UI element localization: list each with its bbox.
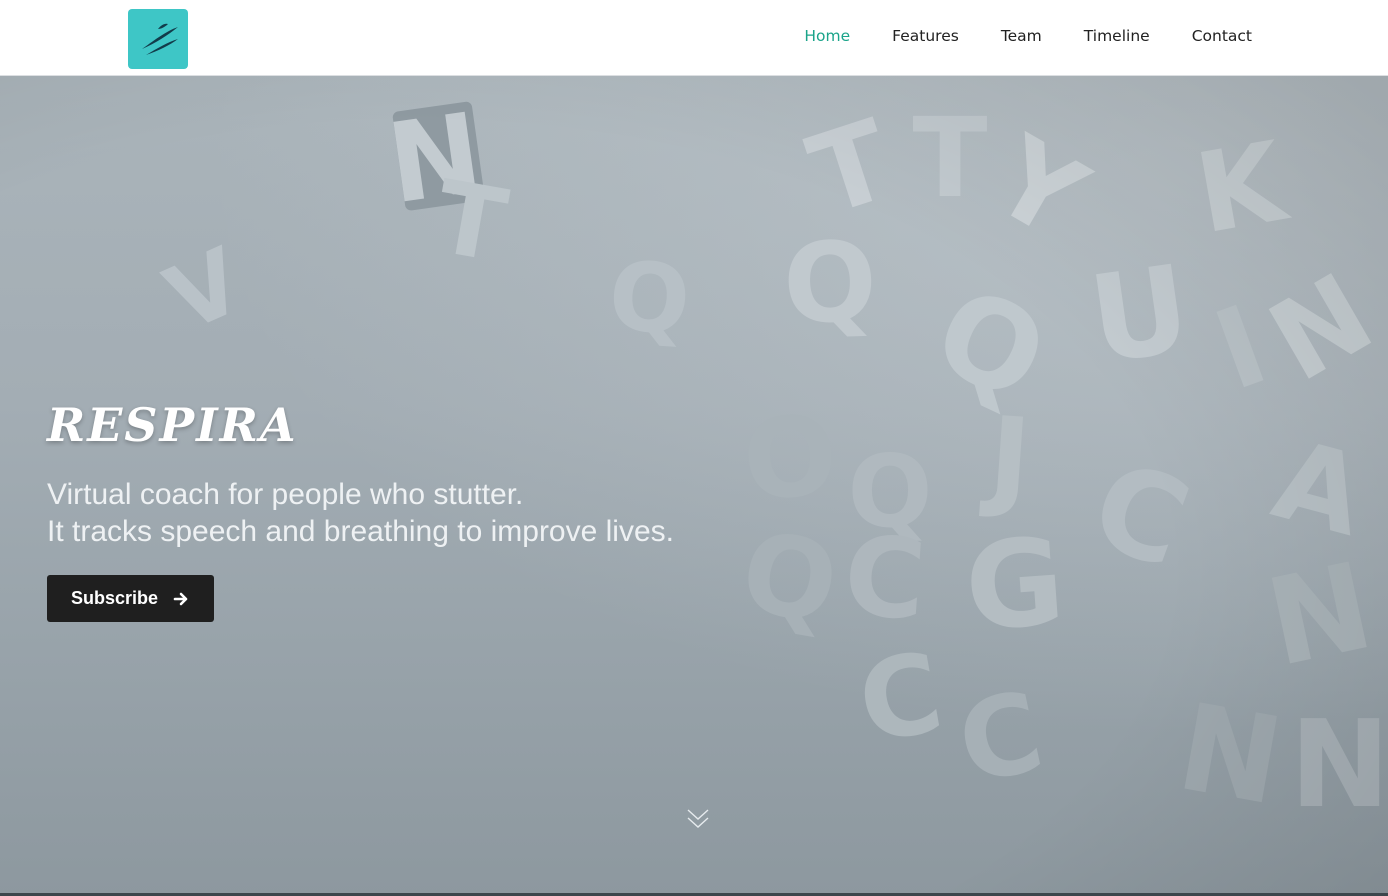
arrow-right-icon xyxy=(172,590,190,608)
nav-timeline[interactable]: Timeline xyxy=(1084,27,1150,45)
logo-icon[interactable] xyxy=(128,9,188,69)
subscribe-button[interactable]: Subscribe xyxy=(47,575,214,622)
nav-contact[interactable]: Contact xyxy=(1192,27,1252,45)
tagline-line-2: It tracks speech and breathing to improv… xyxy=(47,515,674,548)
nav-features[interactable]: Features xyxy=(892,27,959,45)
top-navbar: Home Features Team Timeline Contact xyxy=(0,0,1388,76)
chevron-down-icon[interactable] xyxy=(685,806,711,834)
main-nav: Home Features Team Timeline Contact xyxy=(762,0,1252,72)
hero-section: N T V Q Q Q O Q Q xyxy=(0,76,1388,896)
nav-home[interactable]: Home xyxy=(804,27,850,45)
subscribe-label: Subscribe xyxy=(70,588,159,608)
brand-title: RESPIRA xyxy=(47,398,298,452)
hero-tagline: Virtual coach for people who stutter. It… xyxy=(47,476,674,550)
nav-team[interactable]: Team xyxy=(1001,27,1042,45)
tagline-line-1: Virtual coach for people who stutter. xyxy=(47,478,524,511)
